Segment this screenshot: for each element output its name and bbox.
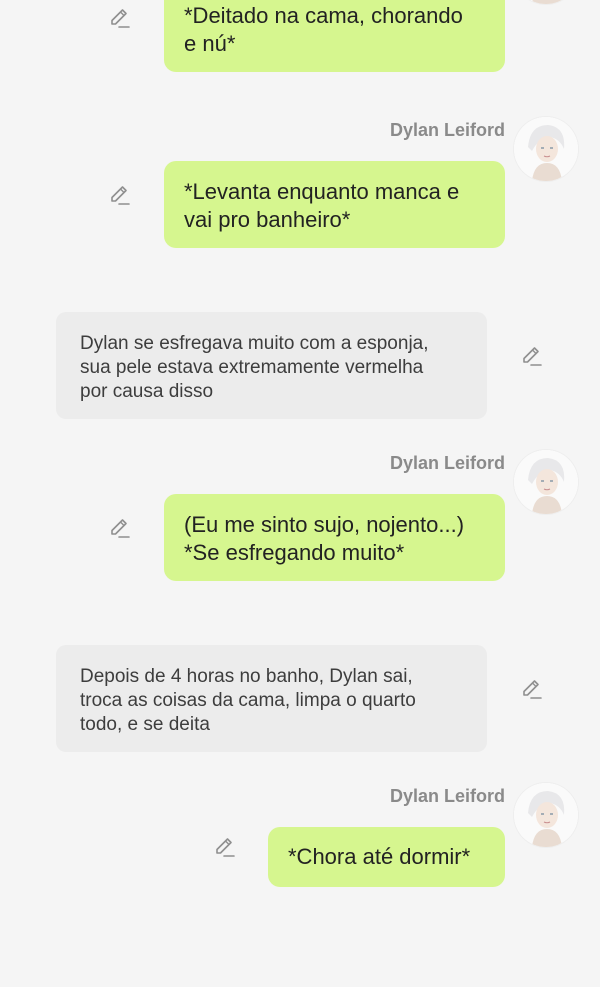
- avatar: [514, 0, 578, 4]
- edit-message-button[interactable]: [212, 834, 238, 860]
- sender-name: Dylan Leiford: [389, 120, 505, 140]
- pencil-edit-icon: [111, 9, 130, 28]
- edit-message-button[interactable]: [107, 182, 133, 208]
- avatar[interactable]: [514, 450, 578, 514]
- edit-message-button[interactable]: [519, 343, 545, 369]
- pencil-edit-icon: [111, 186, 130, 205]
- edit-message-button[interactable]: [107, 515, 133, 541]
- edit-message-button[interactable]: [107, 5, 133, 31]
- pencil-edit-icon: [111, 519, 130, 538]
- character-message-bubble: (Eu me sinto sujo, nojento...) *Se esfre…: [164, 494, 505, 581]
- pencil-edit-icon: [216, 838, 235, 857]
- narration-message-bubble: Dylan se esfregava muito com a esponja, …: [56, 312, 487, 419]
- character-message-bubble: *Levanta enquanto manca e vai pro banhei…: [164, 161, 505, 248]
- avatar[interactable]: [514, 783, 578, 847]
- sender-name: Dylan Leiford: [389, 786, 505, 806]
- avatar[interactable]: [514, 117, 578, 181]
- pencil-edit-icon: [523, 680, 542, 699]
- edit-message-button[interactable]: [519, 676, 545, 702]
- sender-name: Dylan Leiford: [389, 453, 505, 473]
- character-message-bubble: *Chora até dormir*: [268, 827, 505, 887]
- narration-message-bubble: Depois de 4 horas no banho, Dylan sai, t…: [56, 645, 487, 752]
- user-message-bubble: *Deitado na cama, chorando e nú*: [164, 0, 505, 72]
- pencil-edit-icon: [523, 347, 542, 366]
